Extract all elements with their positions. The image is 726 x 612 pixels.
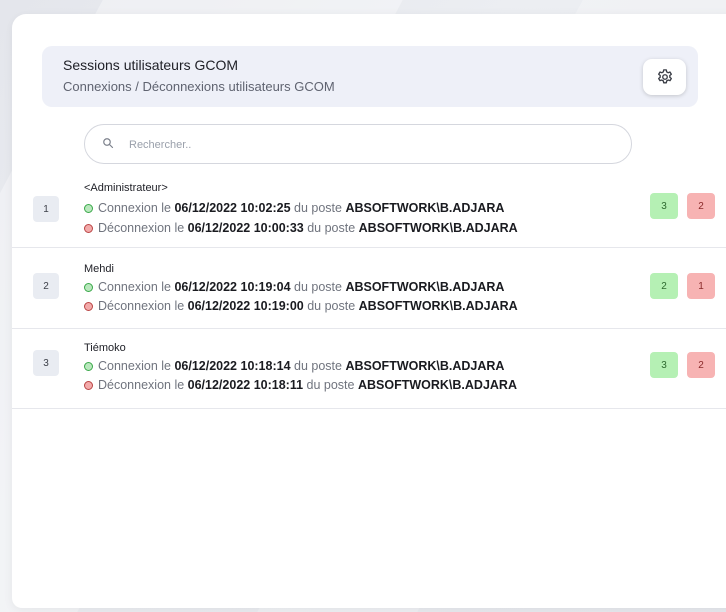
poste-label: du poste bbox=[303, 221, 359, 235]
row-index: 1 bbox=[33, 196, 59, 222]
poste-label: du poste bbox=[290, 359, 346, 373]
connexion-date: 06/12/2022 10:19:04 bbox=[174, 280, 291, 294]
sessions-card: Sessions utilisateurs GCOM Connexions / … bbox=[12, 14, 726, 608]
connexions-count-badge[interactable]: 3 bbox=[650, 193, 678, 219]
connexion-line: Connexion le 06/12/2022 10:19:04 du post… bbox=[84, 280, 504, 294]
connexion-line: Connexion le 06/12/2022 10:18:14 du post… bbox=[84, 359, 504, 373]
session-row[interactable]: 3 Tiémoko Connexion le 06/12/2022 10:18:… bbox=[12, 328, 726, 409]
connect-status-icon bbox=[84, 203, 93, 213]
deconnexion-line: Déconnexion le 06/12/2022 10:19:00 du po… bbox=[84, 299, 518, 313]
user-name: <Administrateur> bbox=[84, 182, 168, 194]
search-box[interactable] bbox=[84, 124, 632, 164]
disconnect-status-icon bbox=[84, 380, 93, 390]
connexion-poste: ABSOFTWORK\B.ADJARA bbox=[345, 280, 505, 294]
connexion-poste: ABSOFTWORK\B.ADJARA bbox=[345, 359, 505, 373]
connect-status-icon bbox=[84, 282, 93, 292]
connexion-date: 06/12/2022 10:18:14 bbox=[174, 359, 291, 373]
deconnexion-date: 06/12/2022 10:18:11 bbox=[187, 378, 304, 392]
deconnexion-prefix: Déconnexion le bbox=[98, 299, 188, 313]
deconnexion-poste: ABSOFTWORK\B.ADJARA bbox=[358, 299, 518, 313]
connexion-prefix: Connexion le bbox=[98, 280, 175, 294]
connexion-prefix: Connexion le bbox=[98, 201, 175, 215]
connect-status-icon bbox=[84, 361, 93, 371]
deconnexion-date: 06/12/2022 10:00:33 bbox=[187, 221, 304, 235]
poste-label: du poste bbox=[290, 201, 346, 215]
row-index: 2 bbox=[33, 273, 59, 299]
deconnexion-poste: ABSOFTWORK\B.ADJARA bbox=[357, 378, 517, 392]
panel-header: Sessions utilisateurs GCOM Connexions / … bbox=[42, 46, 698, 107]
deconnexion-poste: ABSOFTWORK\B.ADJARA bbox=[358, 221, 518, 235]
deconnexions-count-badge[interactable]: 1 bbox=[687, 273, 715, 299]
connexion-prefix: Connexion le bbox=[98, 359, 175, 373]
deconnexion-date: 06/12/2022 10:19:00 bbox=[187, 299, 304, 313]
search-icon bbox=[103, 138, 114, 149]
poste-label: du poste bbox=[303, 299, 359, 313]
deconnexions-count-badge[interactable]: 2 bbox=[687, 193, 715, 219]
connexion-line: Connexion le 06/12/2022 10:02:25 du post… bbox=[84, 201, 504, 215]
search-input[interactable] bbox=[127, 134, 611, 156]
deconnexion-prefix: Déconnexion le bbox=[98, 378, 188, 392]
connexions-count-badge[interactable]: 2 bbox=[650, 273, 678, 299]
user-name: Mehdi bbox=[84, 263, 114, 275]
disconnect-status-icon bbox=[84, 301, 93, 311]
connexion-poste: ABSOFTWORK\B.ADJARA bbox=[345, 201, 505, 215]
deconnexion-line: Déconnexion le 06/12/2022 10:18:11 du po… bbox=[84, 378, 517, 392]
session-row[interactable]: 2 Mehdi Connexion le 06/12/2022 10:19:04… bbox=[12, 248, 726, 329]
settings-button[interactable] bbox=[643, 59, 686, 95]
connexion-date: 06/12/2022 10:02:25 bbox=[174, 201, 291, 215]
gear-icon bbox=[657, 69, 672, 84]
page-subtitle: Connexions / Déconnexions utilisateurs G… bbox=[63, 79, 335, 94]
row-index: 3 bbox=[33, 350, 59, 376]
deconnexion-prefix: Déconnexion le bbox=[98, 221, 188, 235]
session-row[interactable]: 1 <Administrateur> Connexion le 06/12/20… bbox=[12, 167, 726, 248]
deconnexions-count-badge[interactable]: 2 bbox=[687, 352, 715, 378]
connexions-count-badge[interactable]: 3 bbox=[650, 352, 678, 378]
poste-label: du poste bbox=[303, 378, 358, 392]
disconnect-status-icon bbox=[84, 223, 93, 233]
poste-label: du poste bbox=[290, 280, 346, 294]
page-title: Sessions utilisateurs GCOM bbox=[63, 57, 239, 73]
deconnexion-line: Déconnexion le 06/12/2022 10:00:33 du po… bbox=[84, 221, 518, 235]
user-name: Tiémoko bbox=[84, 342, 126, 354]
